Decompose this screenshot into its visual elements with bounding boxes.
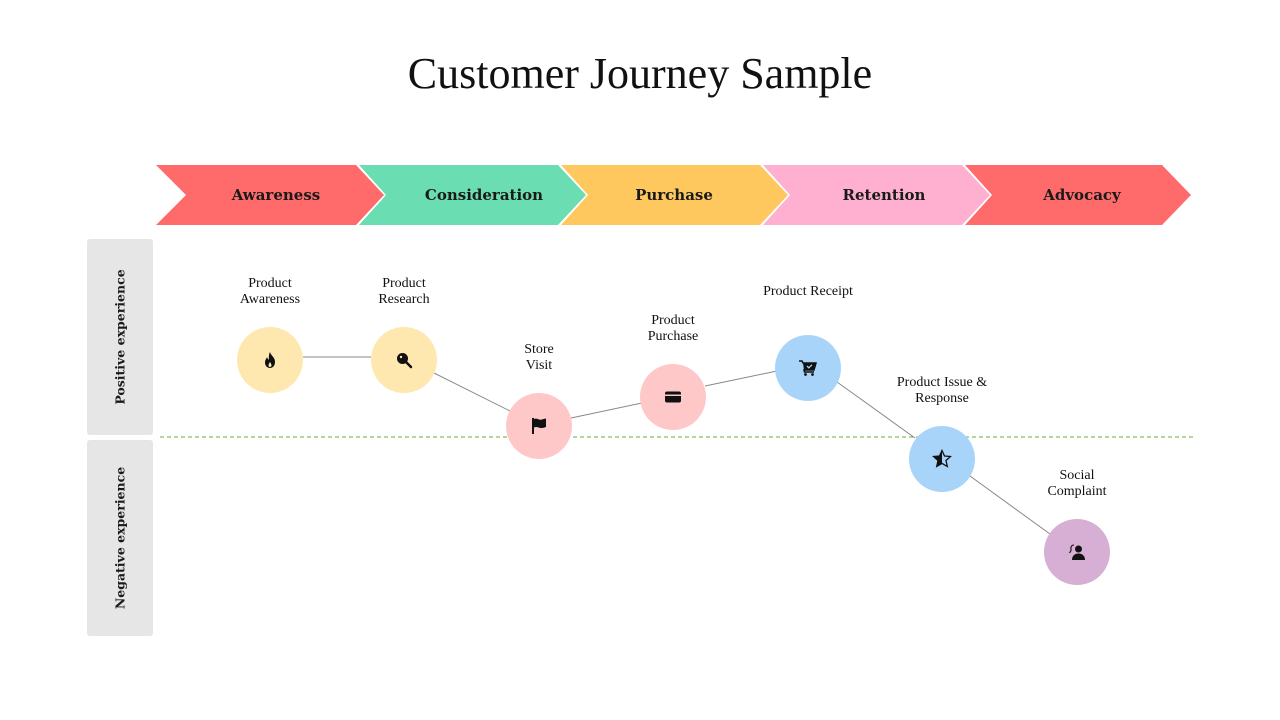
connector: [570, 402, 643, 419]
half-star-icon: [932, 449, 952, 468]
touchpoint-product-research: [371, 327, 437, 393]
touchpoint-social-complaint: [1044, 519, 1110, 585]
stage-advocacy: Advocacy: [1043, 186, 1121, 204]
touchpoint-label-social-complaint: Social Complaint: [1007, 468, 1147, 500]
touchpoint-label-product-receipt: Product Receipt: [738, 284, 878, 300]
fire-icon: [265, 352, 275, 368]
label-line: Product: [382, 276, 426, 291]
label-line: Product: [651, 313, 695, 328]
negative-experience-label: Negative experience: [112, 466, 128, 610]
touchpoint-store-visit: [506, 393, 572, 459]
negative-experience-panel: Negative experience: [87, 440, 153, 636]
touchpoint-label-product-research: Product Research: [334, 276, 474, 308]
credit-card-icon: [665, 391, 681, 403]
touchpoint-label-product-purchase: Product Purchase: [603, 313, 743, 345]
label-line: Purchase: [647, 329, 699, 344]
label-line: Response: [915, 391, 969, 406]
cart-check-icon: [799, 360, 817, 376]
stage-retention: Retention: [842, 186, 926, 204]
connector: [704, 370, 778, 387]
label-line: Visit: [525, 358, 553, 373]
stage-awareness: Awareness: [231, 186, 321, 204]
stage-purchase: Purchase: [635, 186, 713, 204]
label-line: Product Issue &: [896, 375, 988, 390]
touchpoint-product-receipt: [775, 335, 841, 401]
stage-consideration: Consideration: [424, 186, 544, 204]
label-line: Awareness: [239, 292, 301, 307]
stage-bar: [156, 165, 1195, 535]
touchpoint-product-issue-response: [909, 426, 975, 492]
label-line: Research: [378, 292, 430, 307]
touchpoint-label-store-visit: Store Visit: [469, 342, 609, 374]
label-line: Product: [248, 276, 292, 291]
label-line: Complaint: [1047, 484, 1107, 499]
touchpoint-product-purchase: [640, 364, 706, 430]
touchpoint-label-product-awareness: Product Awareness: [200, 276, 340, 308]
touchpoint-product-awareness: [237, 327, 303, 393]
positive-experience-label: Positive experience: [112, 269, 128, 405]
user-complaint-icon: [1069, 544, 1085, 560]
connector: [433, 372, 511, 412]
label-line: Product Receipt: [763, 284, 853, 299]
label-line: Social: [1059, 468, 1095, 483]
positive-experience-panel: Positive experience: [87, 239, 153, 435]
search-icon: [397, 353, 413, 369]
label-line: Store: [524, 342, 554, 357]
flag-icon: [532, 418, 546, 434]
touchpoint-label-product-issue: Product Issue & Response: [872, 375, 1012, 407]
